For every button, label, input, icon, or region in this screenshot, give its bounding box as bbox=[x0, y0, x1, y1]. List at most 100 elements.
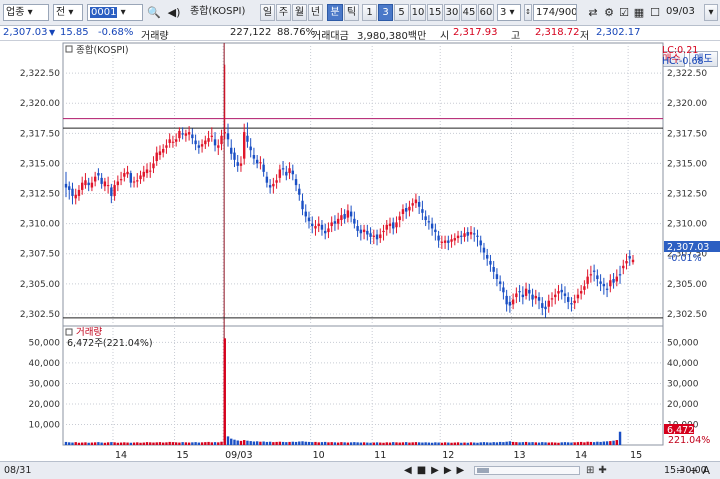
candle-body bbox=[265, 176, 269, 183]
period-tick[interactable]: 틱 bbox=[344, 4, 359, 21]
candle-body bbox=[213, 139, 217, 146]
volume-bar bbox=[570, 442, 573, 445]
code-input[interactable]: 0001 ▾ bbox=[87, 4, 143, 21]
candle-body bbox=[618, 274, 622, 276]
play-button[interactable]: ▶ bbox=[431, 465, 444, 476]
chart-toolbar: 업종 ▾ 전 ▾ 0001 ▾ 🔍 ◀) 종합(KOSPI) 일 주 월 년 분… bbox=[0, 0, 720, 26]
candle-body bbox=[236, 162, 239, 166]
time-tick-label: 14 bbox=[575, 450, 587, 461]
candle-body bbox=[132, 181, 136, 183]
volume-bar bbox=[217, 442, 220, 445]
volume-bar bbox=[220, 441, 223, 445]
volume-bar bbox=[498, 441, 502, 445]
volume-bar bbox=[583, 442, 586, 445]
volume-bar bbox=[317, 442, 320, 445]
volume-bar bbox=[210, 442, 213, 445]
zoom-out-icon[interactable]: − bbox=[676, 464, 689, 477]
candle-body bbox=[103, 181, 107, 187]
volume-bar bbox=[456, 442, 460, 445]
stop-button[interactable]: ■ bbox=[417, 465, 431, 476]
scope-select-value: 전 bbox=[56, 7, 66, 18]
price-volume-chart[interactable]: 2,302.50 2,302.50 2,305.00 2,305.00 2,307.50… bbox=[0, 41, 720, 479]
checkbox-icon[interactable]: ☑ bbox=[617, 4, 631, 21]
candle-body bbox=[268, 185, 272, 188]
candle-body bbox=[278, 169, 282, 178]
last-price-rate: -0.01% bbox=[668, 253, 702, 264]
candle-body bbox=[534, 295, 537, 299]
candle-body bbox=[395, 222, 398, 228]
interval-10[interactable]: 10 bbox=[410, 4, 426, 21]
volume-bar bbox=[191, 442, 194, 445]
candle-body bbox=[405, 207, 408, 212]
interval-30[interactable]: 30 bbox=[444, 4, 460, 21]
price-tick-label-left: 2,322.50 bbox=[20, 69, 60, 79]
volume-bar bbox=[479, 442, 482, 445]
candle-body bbox=[330, 222, 333, 227]
volume-bar bbox=[311, 442, 314, 445]
custom-interval-select[interactable]: 3 ▾ bbox=[497, 4, 521, 21]
panel-toggle-icon[interactable] bbox=[65, 45, 73, 53]
scrollbar-thumb[interactable] bbox=[477, 468, 489, 473]
candle-body bbox=[447, 240, 450, 243]
count-spinner[interactable]: ↕ bbox=[524, 4, 532, 21]
volume-bar bbox=[579, 441, 583, 445]
volume-bar bbox=[618, 431, 622, 445]
volume-bar bbox=[272, 442, 275, 445]
volume-bar bbox=[162, 442, 165, 445]
count-input[interactable]: 174/900 bbox=[533, 4, 577, 21]
hc-value: HC:-0.68 bbox=[662, 56, 704, 67]
candle-body bbox=[294, 179, 298, 186]
candle-body bbox=[90, 182, 94, 188]
interval-5[interactable]: 5 bbox=[394, 4, 409, 21]
period-week[interactable]: 주 bbox=[276, 4, 291, 21]
volume-bar bbox=[278, 441, 282, 445]
volume-bar bbox=[534, 442, 537, 445]
volume-bar bbox=[460, 442, 463, 445]
interval-1[interactable]: 1 bbox=[362, 4, 377, 21]
volume-bar bbox=[466, 442, 469, 445]
chart-scrollbar[interactable] bbox=[474, 466, 580, 475]
search-icon[interactable]: 🔍 bbox=[147, 4, 161, 21]
volume-bar bbox=[236, 440, 239, 445]
expand-button[interactable]: ▾ bbox=[704, 4, 718, 21]
date-value[interactable]: 09/03 bbox=[664, 4, 704, 21]
zoom-icon[interactable]: ⊞ bbox=[586, 465, 598, 476]
candle-body bbox=[560, 289, 563, 293]
interval-3[interactable]: 3 bbox=[378, 4, 393, 21]
scope-select[interactable]: 전 ▾ bbox=[53, 4, 83, 21]
date-checkbox-icon[interactable]: ☐ bbox=[648, 4, 662, 21]
volume-bar bbox=[194, 442, 197, 445]
period-day[interactable]: 일 bbox=[260, 4, 275, 21]
volume-bar bbox=[447, 442, 450, 445]
period-year[interactable]: 년 bbox=[308, 4, 323, 21]
candle-body bbox=[424, 216, 427, 221]
volume-bar bbox=[87, 442, 90, 445]
font-size-icon[interactable]: A bbox=[702, 464, 714, 477]
speaker-icon[interactable]: ◀) bbox=[163, 4, 185, 21]
candle-body bbox=[343, 214, 346, 219]
interval-60[interactable]: 60 bbox=[478, 4, 494, 21]
volume-bar bbox=[476, 442, 479, 445]
volume-bar bbox=[547, 442, 550, 445]
volume-bar bbox=[369, 442, 372, 445]
price-panel-title: 종합(KOSPI) bbox=[76, 45, 129, 56]
market-select[interactable]: 업종 ▾ bbox=[3, 4, 49, 21]
volume-bar bbox=[502, 442, 505, 445]
fast-forward-button[interactable]: ▶▶ bbox=[444, 465, 469, 476]
interval-15[interactable]: 15 bbox=[427, 4, 443, 21]
zoom-in-icon[interactable]: + bbox=[689, 464, 702, 477]
interval-45[interactable]: 45 bbox=[461, 4, 477, 21]
period-minute[interactable]: 분 bbox=[327, 4, 343, 21]
indicator-icon[interactable]: ⇄ bbox=[585, 4, 601, 21]
time-tick-label: 09/03 bbox=[225, 450, 252, 461]
period-month[interactable]: 월 bbox=[292, 4, 307, 21]
candle-body bbox=[275, 180, 278, 183]
settings-icon[interactable]: ⚙ bbox=[602, 4, 616, 21]
calendar-icon[interactable]: ▦ bbox=[632, 4, 646, 21]
candle-body bbox=[113, 185, 116, 196]
volume-panel-toggle-icon[interactable] bbox=[65, 328, 73, 336]
candle-body bbox=[379, 234, 382, 239]
candle-body bbox=[625, 260, 628, 264]
rewind-button[interactable]: ◀ bbox=[404, 465, 417, 476]
crosshair-icon[interactable]: ✚ bbox=[598, 465, 610, 476]
